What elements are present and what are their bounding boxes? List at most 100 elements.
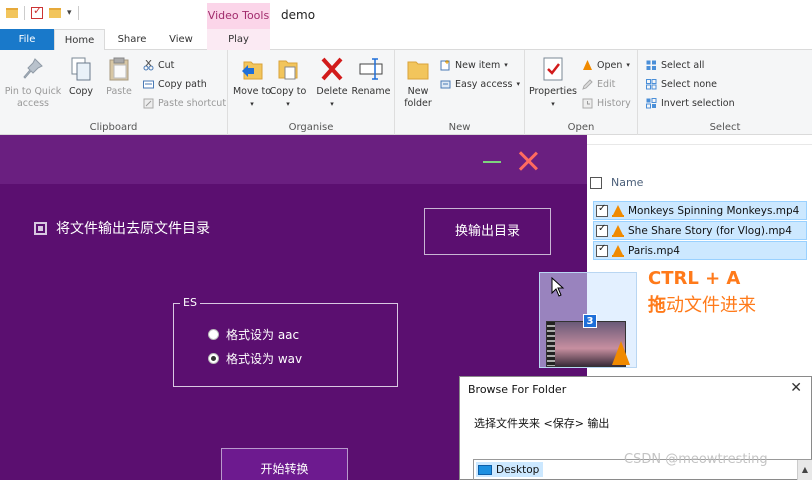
format-wav-label: 格式设为 wav (226, 352, 303, 366)
folder-icon (6, 8, 18, 18)
select-all-icon (646, 60, 657, 71)
es-legend: ES (180, 296, 200, 309)
checkbox-box[interactable] (34, 221, 47, 235)
file-row[interactable]: Monkeys Spinning Monkeys.mp4 (593, 201, 807, 220)
start-convert-button[interactable]: 开始转换 (221, 448, 348, 480)
copy-button[interactable]: Copy (61, 56, 101, 98)
app-titlebar[interactable] (0, 135, 587, 184)
explorer-titlebar: ▾ Video Tools demo (0, 0, 812, 29)
desktop-icon (478, 464, 492, 475)
invert-selection-button[interactable]: Invert selection (646, 94, 735, 112)
vlc-open-icon (582, 59, 593, 71)
delete-label: Delete (316, 86, 348, 97)
open-button[interactable]: Open ▾ (582, 56, 630, 74)
scroll-up-icon[interactable]: ▲ (797, 460, 812, 480)
keep-source-dir-checkbox[interactable]: 将文件输出去原文件目录 (34, 218, 210, 238)
delete-button[interactable]: Delete ▾ (312, 56, 352, 110)
screen: ▾ Video Tools demo File Home Share View … (0, 0, 812, 480)
clipboard-group: Pin to Quick access Copy Paste Cut Copy … (0, 50, 228, 135)
new-item-dropdown-icon: ▾ (504, 61, 508, 69)
new-item-label: New item (455, 59, 501, 71)
select-none-button[interactable]: Select none (646, 75, 717, 93)
select-none-label: Select none (661, 78, 718, 90)
move-to-icon (240, 56, 264, 82)
dialog-close-icon[interactable]: ✕ (790, 380, 802, 396)
name-column-header[interactable]: Name (587, 173, 812, 193)
radio-wav[interactable] (208, 353, 219, 364)
copy-icon (69, 56, 93, 82)
properties-icon (541, 56, 565, 82)
pin-quick-access-button[interactable]: Pin to Quick access (2, 56, 64, 110)
move-to-button[interactable]: Move to ▾ (232, 56, 272, 110)
file-row[interactable]: Paris.mp4 (593, 241, 807, 260)
cut-label: Cut (158, 59, 175, 71)
tab-view[interactable]: View (160, 29, 202, 50)
cut-button[interactable]: Cut (143, 56, 174, 74)
edit-button[interactable]: Edit (582, 75, 615, 93)
tab-play[interactable]: Play (207, 29, 270, 50)
dialog-title: Browse For Folder (468, 383, 567, 396)
easy-access-label: Easy access (455, 78, 513, 90)
copy-path-label: Copy path (158, 78, 207, 90)
delete-dropdown-icon: ▾ (330, 100, 334, 108)
minimize-icon[interactable] (483, 161, 501, 163)
new-folder-label: New folder (404, 86, 432, 109)
rename-button[interactable]: Rename (350, 56, 392, 98)
close-icon[interactable] (516, 149, 540, 173)
qat-dropdown-icon[interactable]: ▾ (67, 8, 72, 18)
annotation-ctrl-a: CTRL + A (648, 268, 741, 289)
new-item-button[interactable]: New item ▾ (440, 56, 508, 74)
history-button[interactable]: History (582, 94, 631, 112)
radio-aac[interactable] (208, 329, 219, 340)
select-all-label: Select all (661, 59, 705, 71)
tab-home[interactable]: Home (54, 29, 105, 50)
file-checkbox[interactable] (596, 243, 608, 257)
select-all-button[interactable]: Select all (646, 56, 704, 74)
vlc-file-icon (612, 244, 624, 257)
select-all-checkbox[interactable] (590, 177, 602, 189)
rename-label: Rename (351, 86, 391, 97)
change-output-dir-button[interactable]: 换输出目录 (424, 208, 551, 255)
quick-access-toolbar: ▾ (6, 4, 79, 20)
tree-item-desktop[interactable]: Desktop (476, 462, 544, 477)
tree-item-label: Desktop (496, 463, 540, 476)
tab-file[interactable]: File (0, 29, 54, 50)
pin-icon (21, 56, 45, 82)
qat-separator (24, 6, 25, 20)
paste-button[interactable]: Paste (99, 56, 139, 98)
easy-access-dropdown-icon: ▾ (516, 80, 520, 88)
file-checkbox[interactable] (596, 203, 608, 217)
copy-to-label: Copy to (269, 86, 307, 97)
properties-button[interactable]: Properties ▾ (527, 56, 579, 110)
move-to-dropdown-icon: ▾ (250, 100, 254, 108)
keep-source-dir-label: 将文件输出去原文件目录 (56, 221, 210, 237)
file-row[interactable]: She Share Story (for Vlog).mp4 (593, 221, 807, 240)
format-wav-radio[interactable]: 格式设为 wav (208, 350, 302, 367)
delete-x-icon (320, 56, 344, 82)
history-icon (582, 98, 593, 109)
easy-access-button[interactable]: Easy access ▾ (440, 75, 520, 93)
copy-to-dropdown-icon: ▾ (286, 100, 290, 108)
copy-path-button[interactable]: Copy path (143, 75, 207, 93)
copy-to-button[interactable]: Copy to ▾ (268, 56, 308, 110)
copy-label: Copy (68, 86, 94, 97)
video-tools-context-header: Video Tools (207, 3, 270, 29)
edit-label: Edit (597, 78, 616, 90)
new-folder-icon[interactable] (49, 8, 61, 18)
tab-share[interactable]: Share (110, 29, 154, 50)
paste-shortcut-button[interactable]: Paste shortcut (143, 94, 226, 112)
invert-selection-label: Invert selection (661, 97, 735, 109)
annotation-drag-rest: 动文件进来 (666, 295, 756, 316)
new-folder-button[interactable]: New folder (399, 56, 437, 110)
organise-group-label: Organise (288, 122, 334, 133)
new-folder-big-icon (406, 56, 430, 82)
open-label: Open (597, 59, 623, 71)
paste-shortcut-label: Paste shortcut (158, 97, 227, 109)
format-aac-radio[interactable]: 格式设为 aac (208, 326, 299, 343)
clipboard-group-label: Clipboard (89, 122, 138, 133)
file-name: Monkeys Spinning Monkeys.mp4 (628, 204, 800, 217)
dialog-instruction: 选择文件夹来 <保存> 输出 (474, 417, 610, 430)
file-checkbox[interactable] (596, 223, 608, 237)
properties-check-icon[interactable] (31, 4, 43, 19)
ribbon-tab-row: File Home Share View Play (0, 29, 812, 50)
